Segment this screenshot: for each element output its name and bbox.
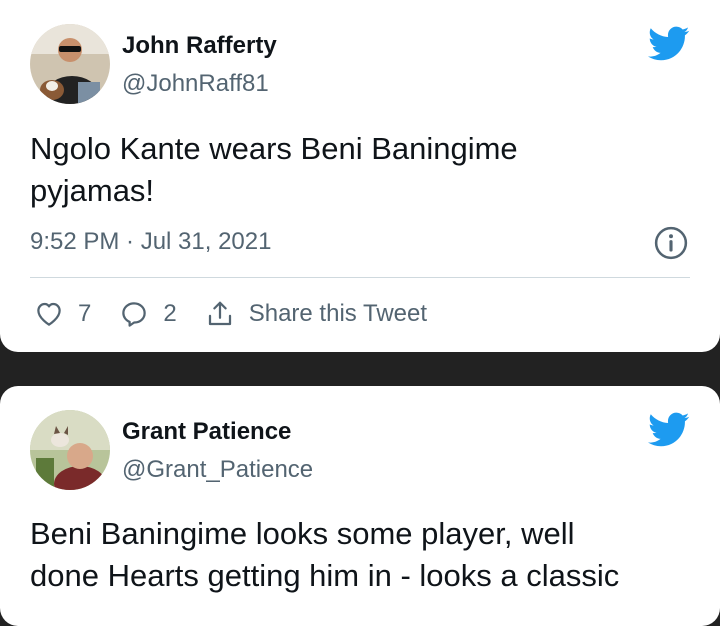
tweet-text: Ngolo Kante wears Beni Baningime pyjamas… — [30, 131, 518, 208]
share-label: Share this Tweet — [248, 300, 428, 327]
reply-button[interactable]: 2 — [119, 299, 177, 329]
like-button[interactable]: 7 — [34, 299, 91, 329]
tweet-actions: 7 2 Share this Tweet — [34, 296, 455, 332]
display-name[interactable]: John Rafferty — [122, 32, 277, 60]
user-handle[interactable]: @JohnRaff81 — [122, 70, 269, 98]
info-icon[interactable] — [654, 226, 688, 260]
heart-icon — [37, 302, 61, 326]
twitter-bird-icon[interactable] — [648, 412, 690, 448]
reply-count: 2 — [163, 300, 177, 327]
twitter-bird-icon[interactable] — [648, 26, 690, 62]
divider — [30, 277, 690, 278]
tweet-card[interactable]: Grant Patience @Grant_Patience Beni Bani… — [0, 386, 720, 626]
avatar[interactable] — [30, 410, 110, 490]
share-icon — [208, 301, 231, 326]
avatar[interactable] — [30, 24, 110, 104]
reply-icon — [122, 302, 147, 327]
tweet-text-line: done Hearts getting him in - looks a cla… — [30, 558, 620, 593]
display-name[interactable]: Grant Patience — [122, 418, 291, 446]
share-button[interactable]: Share this Tweet — [205, 299, 427, 329]
tweet-timestamp[interactable]: 9:52 PM · Jul 31, 2021 — [30, 228, 271, 256]
like-count: 7 — [78, 300, 92, 327]
tweet-card[interactable]: John Rafferty @JohnRaff81 Ngolo Kante we… — [0, 0, 720, 352]
tweet-text-line: Beni Baningime looks some player, well — [30, 516, 575, 551]
tweet-text: Beni Baningime looks some player, well d… — [30, 513, 690, 597]
user-handle[interactable]: @Grant_Patience — [122, 456, 313, 484]
